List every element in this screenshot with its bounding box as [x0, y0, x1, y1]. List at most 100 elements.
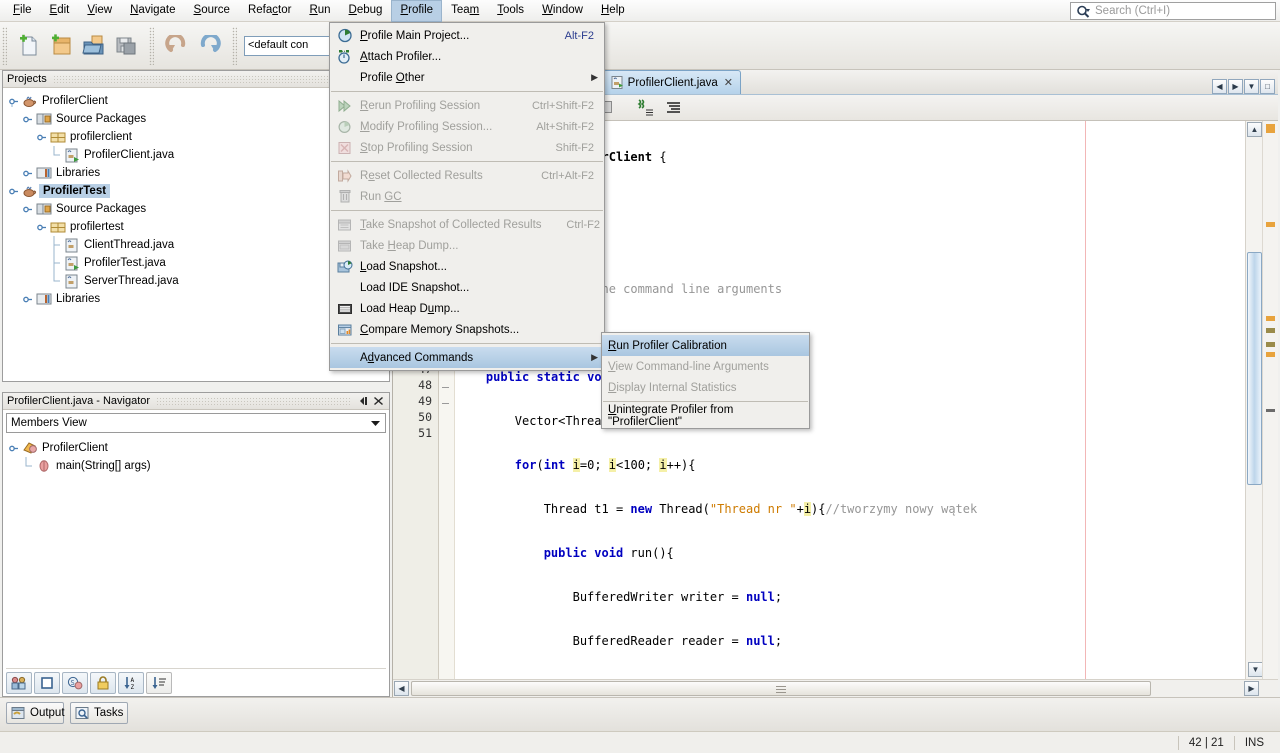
menu-edit[interactable]: Edit	[41, 0, 79, 22]
occurrence-mark[interactable]	[1266, 342, 1275, 347]
expand-handle-icon[interactable]	[21, 201, 35, 217]
warning-mark[interactable]	[1266, 352, 1275, 357]
toolbar-drag-handle-3[interactable]	[232, 26, 237, 65]
menu-run[interactable]: Run	[300, 0, 339, 22]
expand-handle-icon[interactable]	[35, 129, 49, 145]
editor-tab-label: ProfilerClient.java	[627, 76, 718, 89]
line-number: 51	[418, 426, 432, 440]
sort-by-source-button[interactable]	[146, 671, 172, 694]
warning-mark[interactable]	[1266, 316, 1275, 321]
navigator-panel-drag-area[interactable]	[156, 396, 351, 406]
horizontal-scroll-thumb[interactable]	[411, 681, 1151, 696]
occurrence-mark[interactable]	[1266, 328, 1275, 333]
source-packages-icon	[35, 111, 53, 127]
fold-marker	[442, 403, 449, 404]
open-project-button[interactable]	[79, 31, 109, 61]
menu-item-attach-profiler[interactable]: Attach Profiler...	[330, 46, 604, 67]
sort-source-icon	[152, 676, 166, 689]
undo-button[interactable]	[162, 31, 192, 61]
tree-node-label: ServerThread.java	[84, 275, 179, 287]
insert-mode-indicator[interactable]: INS	[1233, 735, 1274, 750]
tab-list-dropdown-button[interactable]: ▼	[1244, 79, 1259, 94]
modify-icon	[334, 118, 356, 136]
menu-item-profile-other[interactable]: Profile Other ▶	[330, 67, 604, 88]
scroll-tabs-right-button[interactable]: ▶	[1228, 79, 1243, 94]
menu-help[interactable]: Help	[592, 0, 634, 22]
shift-lines-left-button[interactable]	[634, 97, 658, 119]
scroll-left-button[interactable]: ◀	[394, 681, 409, 696]
tree-line	[49, 236, 63, 254]
show-fields-button[interactable]	[34, 671, 60, 694]
scroll-up-button[interactable]: ▲	[1247, 122, 1262, 137]
menu-item-advanced-commands[interactable]: Advanced Commands ▶	[330, 347, 604, 368]
scroll-tabs-left-button[interactable]: ◀	[1212, 79, 1227, 94]
navigator-node-method-main[interactable]: main(String[] args)	[7, 457, 389, 475]
menu-profile[interactable]: Profile	[391, 0, 443, 22]
close-icon[interactable]	[371, 394, 385, 408]
menu-refactor[interactable]: Refactor	[239, 0, 300, 22]
collapse-handle-icon[interactable]	[21, 291, 35, 307]
sort-alphabetically-button[interactable]: AZ	[118, 671, 144, 694]
new-file-button[interactable]	[15, 31, 45, 61]
caret-position-indicator[interactable]: 42 | 21	[1177, 735, 1234, 750]
navigator-node-class[interactable]: ProfilerClient	[7, 439, 389, 457]
editor-horizontal-scrollbar[interactable]: ◀ ▶	[393, 679, 1278, 697]
scroll-right-button[interactable]: ▶	[1244, 681, 1259, 696]
menu-file[interactable]: File	[4, 0, 41, 22]
scroll-down-button[interactable]: ▼	[1248, 662, 1263, 677]
tasks-window-button[interactable]: Tasks	[70, 702, 128, 724]
java-project-icon	[21, 183, 39, 199]
menu-item-modify-profiling-session: Modify Profiling Session... Alt+Shift-F2	[330, 116, 604, 137]
menu-item-load-snapshot[interactable]: Load Snapshot...	[330, 256, 604, 277]
output-window-button[interactable]: Output	[6, 702, 65, 724]
code-line: Thread t1 = new Thread("Thread nr "+i){/…	[457, 502, 978, 516]
menu-item-compare-memory-snapshots[interactable]: Compare Memory Snapshots...	[330, 319, 604, 340]
shift-lines-right-button[interactable]	[661, 97, 685, 119]
vertical-scroll-thumb[interactable]	[1247, 252, 1262, 485]
show-static-button[interactable]: S	[62, 671, 88, 694]
editor-vertical-scrollbar[interactable]: ▲ ▼	[1245, 121, 1263, 679]
minimize-window-icon[interactable]	[357, 394, 371, 408]
submenu-item-unintegrate-profiler[interactable]: Unintegrate Profiler from "ProfilerClien…	[602, 404, 809, 428]
menu-item-rerun-profiling-session: Rerun Profiling Session Ctrl+Shift-F2	[330, 95, 604, 116]
collapse-handle-icon[interactable]	[21, 165, 35, 181]
toolbar-drag-handle-2[interactable]	[149, 26, 154, 65]
close-icon[interactable]: ✕	[722, 76, 733, 89]
menu-item-profile-main-project[interactable]: Profile Main Project... Alt-F2	[330, 25, 604, 46]
menu-source[interactable]: Source	[185, 0, 239, 22]
save-all-button[interactable]	[111, 31, 141, 61]
warning-mark[interactable]	[1266, 124, 1275, 133]
menu-item-load-ide-snapshot[interactable]: Load IDE Snapshot...	[330, 277, 604, 298]
static-members-icon: S	[67, 676, 83, 689]
profile-main-icon	[334, 27, 356, 45]
navigator-view-selector[interactable]: Members View	[6, 413, 386, 433]
menu-window[interactable]: Window	[533, 0, 592, 22]
menu-item-take-snapshot: Take Snapshot of Collected Results Ctrl-…	[330, 214, 604, 235]
menu-view[interactable]: View	[78, 0, 121, 22]
menu-separator	[331, 161, 603, 162]
expand-handle-icon[interactable]	[21, 111, 35, 127]
new-file-icon	[20, 34, 37, 55]
warning-mark[interactable]	[1266, 222, 1275, 227]
chevron-down-icon[interactable]	[367, 416, 383, 430]
show-inherited-members-button[interactable]	[6, 671, 32, 694]
new-project-button[interactable]	[47, 31, 77, 61]
menu-debug[interactable]: Debug	[340, 0, 392, 22]
menu-navigate[interactable]: Navigate	[121, 0, 184, 22]
editor-tab-profilerclient-java[interactable]: ProfilerClient.java ✕	[602, 70, 742, 94]
redo-button[interactable]	[194, 31, 224, 61]
submenu-item-run-profiler-calibration[interactable]: Run Profiler Calibration	[602, 335, 809, 356]
expand-handle-icon[interactable]	[7, 440, 21, 456]
editor-error-stripe[interactable]	[1262, 121, 1278, 679]
menu-tools[interactable]: Tools	[488, 0, 533, 22]
project-config-combo[interactable]: <default con	[244, 35, 336, 56]
toolbar-drag-handle-1[interactable]	[2, 26, 7, 65]
maximize-editor-button[interactable]: □	[1260, 79, 1275, 94]
menu-item-load-heap-dump[interactable]: Load Heap Dump...	[330, 298, 604, 319]
expand-handle-icon[interactable]	[7, 93, 21, 109]
global-search-box[interactable]: Search (Ctrl+I)	[1070, 2, 1276, 20]
menu-team[interactable]: Team	[442, 0, 488, 22]
expand-handle-icon[interactable]	[35, 219, 49, 235]
expand-handle-icon[interactable]	[7, 183, 21, 199]
show-non-public-button[interactable]	[90, 671, 116, 694]
